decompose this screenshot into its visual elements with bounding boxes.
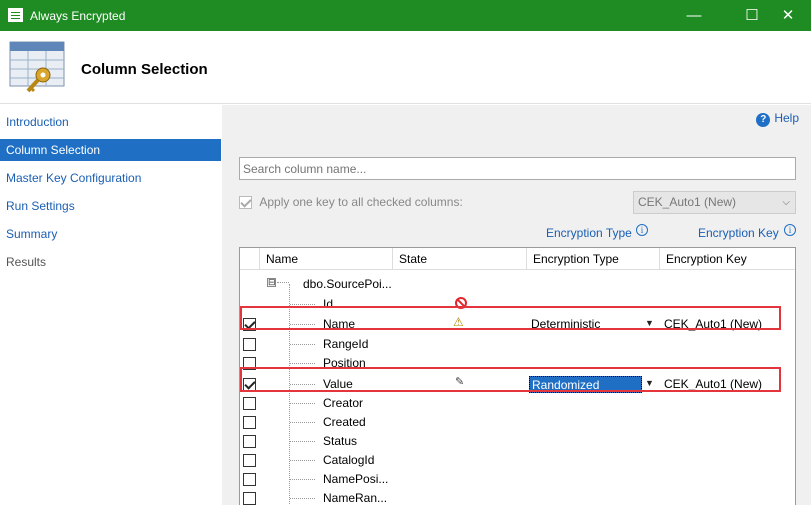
- row-checkbox-created[interactable]: [243, 416, 256, 429]
- sidebar-item-introduction[interactable]: Introduction: [0, 111, 221, 133]
- sidebar-item-run-settings[interactable]: Run Settings: [0, 195, 221, 217]
- column-header-checkbox: [240, 248, 260, 270]
- help-link[interactable]: ? Help: [756, 111, 799, 127]
- page-title: Column Selection: [81, 61, 208, 78]
- column-name-catalogid: CatalogId: [323, 453, 375, 467]
- tree-connector: [290, 460, 315, 461]
- row-checkbox-status[interactable]: [243, 435, 256, 448]
- column-name-created: Created: [323, 415, 366, 429]
- tree-connector: [290, 422, 315, 423]
- apply-key-value: CEK_Auto1 (New): [638, 195, 737, 209]
- chevron-down-icon: ⌵: [782, 197, 790, 208]
- encryption-key-label: Encryption Key: [698, 226, 779, 240]
- search-input[interactable]: [239, 157, 796, 180]
- tree-connector: [290, 403, 315, 404]
- help-icon: ?: [756, 113, 771, 127]
- row-checkbox-nameran[interactable]: [243, 492, 256, 505]
- column-name-nameposi: NamePosi...: [323, 472, 389, 486]
- collapse-icon[interactable]: ⊟: [267, 278, 276, 287]
- table-key-icon: [9, 41, 65, 93]
- apply-key-dropdown[interactable]: CEK_Auto1 (New) ⌵: [633, 191, 796, 214]
- table-node-label: dbo.SourcePoi...: [303, 277, 392, 291]
- encryption-type-label: Encryption Type: [546, 226, 632, 240]
- apply-one-key-label: Apply one key to all checked columns:: [259, 195, 463, 209]
- app-icon: [8, 8, 23, 22]
- row-checkbox-nameposi[interactable]: [243, 473, 256, 486]
- help-label: Help: [774, 111, 799, 125]
- tree-connector: [290, 304, 315, 305]
- column-header-encryption-type[interactable]: Encryption Type: [527, 248, 660, 270]
- sidebar-item-summary[interactable]: Summary: [0, 223, 221, 245]
- encryption-type-info-icon[interactable]: i: [636, 224, 648, 236]
- wizard-header: Column Selection: [0, 31, 811, 104]
- tree-connector: [277, 282, 289, 283]
- apply-one-key: Apply one key to all checked columns:: [239, 195, 463, 210]
- highlight-box-name-row: [240, 306, 781, 330]
- encryption-key-info-icon[interactable]: i: [784, 224, 796, 236]
- column-header-encryption-key[interactable]: Encryption Key: [660, 248, 795, 270]
- main-panel: ?Help Apply one key to all checked colum…: [222, 105, 811, 505]
- row-checkbox-catalogid[interactable]: [243, 454, 256, 467]
- column-name-rangeid: RangeId: [323, 337, 369, 351]
- sidebar-item-results: Results: [6, 255, 47, 269]
- column-header-state[interactable]: State: [393, 248, 527, 270]
- title-bar: Always Encrypted — ☐ ✕: [0, 0, 811, 31]
- window-title: Always Encrypted: [30, 9, 126, 23]
- tree-connector: [290, 498, 315, 499]
- minimize-button[interactable]: —: [671, 0, 717, 31]
- tree-connector: [290, 441, 315, 442]
- highlight-box-value-row: [240, 367, 781, 392]
- tree-connector: [290, 479, 315, 480]
- close-button[interactable]: ✕: [765, 0, 811, 31]
- column-name-status: Status: [323, 434, 358, 448]
- sidebar-item-column-selection[interactable]: Column Selection: [0, 139, 221, 161]
- sidebar: Introduction Column Selection Master Key…: [0, 105, 222, 505]
- column-header-name[interactable]: Name: [260, 248, 393, 270]
- row-checkbox-rangeid[interactable]: [243, 338, 256, 351]
- column-name-creator: Creator: [323, 396, 364, 410]
- row-checkbox-creator[interactable]: [243, 397, 256, 410]
- tree-connector: [290, 344, 315, 345]
- column-name-nameran: NameRan...: [323, 491, 388, 505]
- sidebar-item-master-key-configuration[interactable]: Master Key Configuration: [0, 167, 221, 189]
- tree-connector: [290, 363, 315, 364]
- apply-one-key-checkbox[interactable]: [239, 196, 252, 210]
